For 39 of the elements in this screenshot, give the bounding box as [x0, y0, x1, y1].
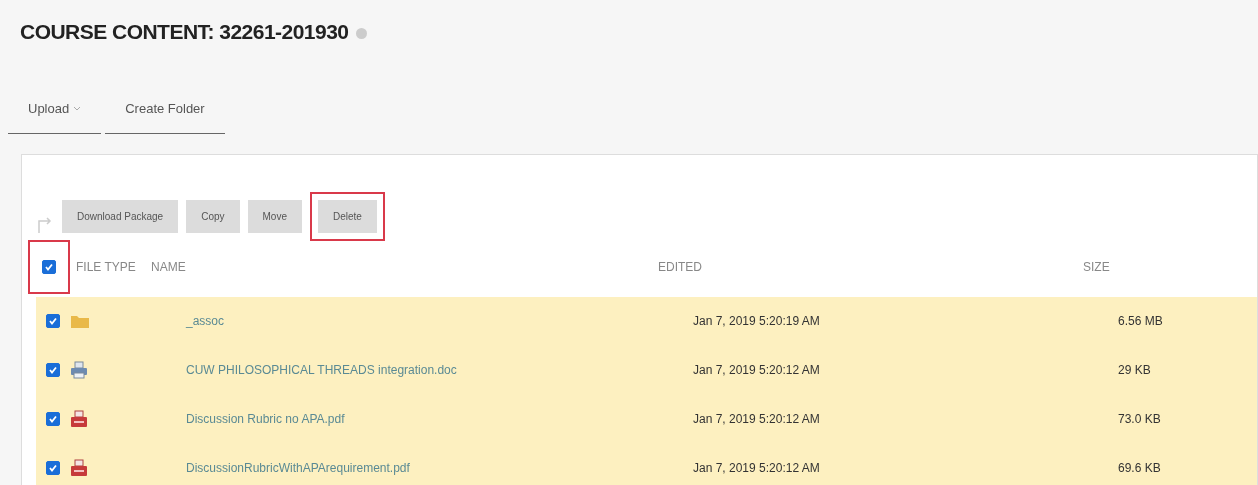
file-size: 29 KB [1118, 362, 1151, 379]
file-row[interactable]: Discussion Rubric no APA.pdf Jan 7, 2019 5:20:12 AM 73.0 KB [36, 394, 1257, 444]
file-link[interactable]: DiscussionRubricWithAPArequirement.pdf [186, 459, 693, 477]
edited-date: Jan 7, 2019 5:20:19 AM [693, 313, 821, 330]
file-link[interactable]: Discussion Rubric no APA.pdf [186, 410, 693, 428]
printer-icon [70, 361, 88, 379]
checkbox[interactable] [46, 461, 60, 475]
checkmark-icon [48, 316, 58, 326]
action-button[interactable]: Delete [318, 200, 377, 233]
action-button[interactable]: Move [247, 200, 302, 233]
file-row[interactable]: CUW PHILOSOPHICAL THREADS integration.doc Jan 7, 2019 5:20:12 AM 29 KB [36, 345, 1257, 395]
file-size: 69.6 KB [1118, 460, 1161, 477]
checkbox[interactable] [46, 412, 60, 426]
checkbox[interactable] [46, 363, 60, 377]
column-header: FILE TYPE [75, 259, 137, 274]
checkmark-icon [48, 463, 58, 473]
file-size: 6.56 MB [1118, 313, 1163, 330]
action-button[interactable]: Download Package [62, 200, 179, 233]
edited-date: Jan 7, 2019 5:20:12 AM [693, 362, 821, 379]
action-button[interactable]: Copy [186, 200, 240, 233]
page-title: COURSE CONTENT: 32261-201930 [20, 19, 349, 45]
edited-date: Jan 7, 2019 5:20:12 AM [693, 460, 821, 477]
folder-icon [70, 313, 90, 329]
file-row[interactable]: DiscussionRubricWithAPArequirement.pdf Jan 7, 2019 5:20:12 AM 69.6 KB [36, 443, 1257, 485]
checkmark-icon [48, 365, 58, 375]
edited-date: Jan 7, 2019 5:20:12 AM [693, 411, 821, 428]
column-header: NAME [151, 258, 187, 276]
file-size: 73.0 KB [1118, 411, 1161, 428]
file-row[interactable]: _assoc Jan 7, 2019 5:20:19 AM 6.56 MB [36, 296, 1257, 346]
file-link[interactable]: CUW PHILOSOPHICAL THREADS integration.doc [186, 361, 693, 379]
tab[interactable]: Create Folder [105, 85, 225, 134]
checkmark-icon [44, 261, 54, 272]
checkbox[interactable] [46, 314, 60, 328]
checkmark-icon [48, 414, 58, 424]
file-link[interactable]: _assoc [186, 312, 693, 330]
tab[interactable]: Upload [8, 85, 102, 134]
column-header: SIZE [1083, 258, 1110, 276]
column-header: EDITED [658, 258, 703, 276]
checkbox[interactable] [42, 259, 56, 274]
